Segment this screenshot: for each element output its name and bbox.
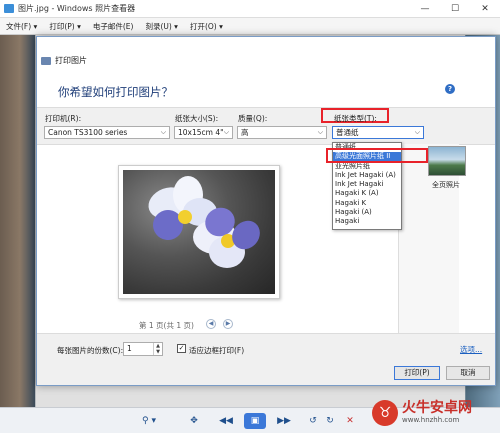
chevron-down-icon: ⌵ (317, 128, 323, 136)
menu-email[interactable]: 电子邮件(E) (93, 21, 134, 32)
viewer-title-bar: 图片.jpg - Windows 照片查看器 — ☐ ✕ (0, 0, 500, 18)
maximize-button[interactable]: ☐ (440, 0, 470, 18)
quality-label: 质量(Q): (238, 114, 268, 123)
print-button[interactable]: 打印(P) (394, 366, 440, 380)
menu-file[interactable]: 文件(F) ▾ (6, 21, 37, 32)
zoom-icon[interactable]: ⚲ ▾ (138, 413, 160, 429)
slideshow-icon[interactable]: ▣ (244, 413, 266, 429)
watermark-brand: 火牛安卓网 (402, 400, 472, 416)
stepper-arrows-icon[interactable]: ▲ ▼ (153, 343, 162, 355)
printer-icon (41, 56, 51, 65)
options-link[interactable]: 选项... (460, 344, 482, 355)
chevron-down-icon: ⌵ (414, 128, 420, 136)
quality-select[interactable]: 高 ⌵ (237, 126, 327, 139)
help-icon[interactable]: ? (445, 84, 455, 94)
prev-page-icon[interactable]: ◀ (206, 319, 216, 329)
close-window-button[interactable]: ✕ (470, 0, 500, 18)
printer-select[interactable]: Canon TS3100 series ⌵ (44, 126, 170, 139)
cancel-button[interactable]: 取消 (446, 366, 490, 380)
paper-type-option[interactable]: Ink Jet Hagaki (333, 180, 401, 189)
paper-size-value: 10x15cm 4" (178, 128, 224, 137)
rotate-right-icon[interactable]: ↻ (324, 413, 336, 429)
fit-frame-checkbox[interactable]: ✓ (177, 344, 186, 353)
dialog-title: 打印图片 (41, 55, 87, 66)
menu-open[interactable]: 打开(O) ▾ (190, 21, 223, 32)
window-controls: — ☐ ✕ (410, 0, 500, 18)
next-page-icon[interactable]: ▶ (223, 319, 233, 329)
copies-label: 每张图片的份数(C): (57, 346, 124, 355)
chevron-down-icon: ⌵ (223, 128, 229, 136)
printer-label: 打印机(R): (45, 114, 82, 123)
paper-type-option[interactable]: Ink Jet Hagaki (A) (333, 171, 401, 180)
paper-type-option[interactable]: Hagaki (A) (333, 208, 401, 217)
fit-window-icon[interactable]: ✥ (186, 413, 202, 429)
copies-stepper[interactable]: 1 ▲ ▼ (123, 342, 163, 356)
full-page-photo-thumb[interactable] (428, 146, 466, 176)
paper-type-value: 普通纸 (336, 128, 359, 137)
full-page-photo-label: 全页照片 (432, 181, 460, 189)
viewer-menu-bar: 文件(F) ▾ 打印(P) ▾ 电子邮件(E) 刻录(U) ▾ 打开(O) ▾ (0, 18, 500, 35)
quality-value: 高 (241, 128, 249, 137)
dialog-title-text: 打印图片 (55, 56, 87, 65)
printer-value: Canon TS3100 series (48, 128, 128, 137)
page-indicator: 第 1 页(共 1 页) (139, 321, 194, 330)
photo-viewer-icon (4, 4, 14, 13)
paper-type-option[interactable]: Hagaki (333, 217, 401, 226)
menu-burn[interactable]: 刻录(U) ▾ (145, 21, 178, 32)
delete-icon[interactable]: ✕ (344, 413, 356, 429)
print-preview-frame (118, 165, 280, 299)
flower-photo (123, 170, 275, 294)
dialog-question: 你希望如何打印图片？ (58, 85, 173, 99)
option-highlight-box (326, 148, 428, 163)
paper-type-option[interactable]: Hagaki K (333, 199, 401, 208)
menu-print[interactable]: 打印(P) ▾ (49, 21, 81, 32)
paper-type-label: 纸张类型(T): (334, 114, 377, 123)
previous-icon[interactable]: ◀◀ (217, 413, 235, 429)
rotate-left-icon[interactable]: ↺ (307, 413, 319, 429)
watermark-url: www.hnzhh.com (402, 416, 460, 424)
bull-logo-icon: ♉ (372, 399, 398, 426)
paper-size-label: 纸张大小(S): (175, 114, 219, 123)
minimize-button[interactable]: — (410, 0, 440, 18)
paper-type-option[interactable]: Hagaki K (A) (333, 189, 401, 198)
next-icon[interactable]: ▶▶ (275, 413, 293, 429)
paper-size-select[interactable]: 10x15cm 4" ⌵ (174, 126, 233, 139)
window-title: 图片.jpg - Windows 照片查看器 (18, 4, 136, 13)
site-watermark: ♉ 火牛安卓网 www.hnzhh.com (372, 392, 500, 433)
fit-frame-label: 适应边框打印(F) (189, 346, 245, 355)
chevron-down-icon: ⌵ (160, 128, 166, 136)
paper-type-select[interactable]: 普通纸 ⌵ (332, 126, 424, 139)
copies-value: 1 (127, 344, 132, 353)
